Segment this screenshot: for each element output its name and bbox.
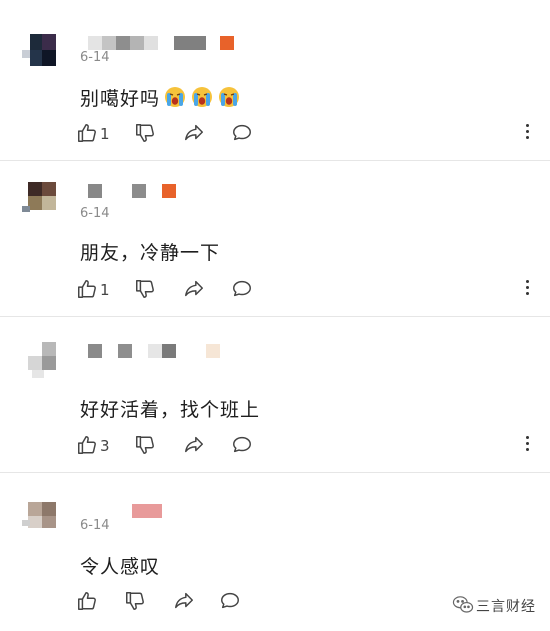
comment-actions: 1: [76, 122, 546, 148]
watermark-text: 三言财经: [476, 599, 536, 615]
thumbs-up-icon: [78, 436, 96, 454]
avatar[interactable]: [20, 496, 60, 536]
crying-face-icon: [219, 87, 240, 107]
crying-face-icon: [165, 87, 186, 107]
thumbs-down-icon: [126, 592, 144, 610]
share-icon: [175, 592, 193, 609]
avatar[interactable]: [20, 180, 60, 220]
share-icon: [185, 280, 203, 297]
more-options-button[interactable]: [524, 124, 530, 144]
like-button[interactable]: 1: [76, 278, 116, 304]
like-button[interactable]: 1: [76, 122, 116, 148]
share-button[interactable]: [172, 590, 198, 616]
more-options-button[interactable]: [524, 280, 530, 300]
thumbs-down-icon: [136, 124, 154, 142]
comment-date: 6-14: [80, 518, 110, 533]
watermark: 三言财经: [452, 593, 548, 617]
share-icon: [185, 124, 203, 141]
wechat-icon: [452, 596, 474, 613]
like-button[interactable]: 3: [76, 434, 116, 460]
comment-text: 好好活着，找个班上: [80, 399, 261, 421]
comment-actions: 3: [76, 434, 546, 460]
more-options-button[interactable]: [524, 436, 530, 456]
share-button[interactable]: [182, 434, 208, 460]
share-icon: [185, 436, 203, 453]
crying-face-icon: [192, 87, 213, 107]
reply-button[interactable]: [218, 590, 244, 616]
dislike-button[interactable]: [134, 122, 160, 148]
thumbs-up-icon: [78, 592, 96, 610]
comment-date: 6-14: [80, 206, 110, 221]
reply-button[interactable]: [230, 122, 256, 148]
divider: [0, 472, 550, 473]
thumbs-down-icon: [136, 436, 154, 454]
comment-text: 别噶好吗: [80, 84, 241, 111]
thumbs-down-icon: [136, 280, 154, 298]
thumbs-up-icon: [78, 280, 96, 298]
dislike-button[interactable]: [134, 434, 160, 460]
dislike-button[interactable]: [124, 590, 150, 616]
comment-bubble-icon: [233, 124, 251, 141]
like-count: 1: [100, 125, 110, 143]
comment-bubble-icon: [221, 592, 239, 609]
reply-button[interactable]: [230, 278, 256, 304]
comment-bubble-icon: [233, 436, 251, 453]
divider: [0, 316, 550, 317]
dislike-button[interactable]: [134, 278, 160, 304]
divider: [0, 160, 550, 161]
like-button[interactable]: [76, 590, 102, 616]
share-button[interactable]: [182, 122, 208, 148]
comment-date: 6-14: [80, 50, 110, 65]
comment-actions: 1: [76, 278, 546, 304]
comment-text-content: 别噶好吗: [80, 88, 161, 110]
avatar[interactable]: [20, 340, 60, 380]
comment-text: 令人感叹: [80, 556, 161, 578]
comment-bubble-icon: [233, 280, 251, 297]
share-button[interactable]: [182, 278, 208, 304]
avatar[interactable]: [20, 32, 60, 72]
reply-button[interactable]: [230, 434, 256, 460]
like-count: 1: [100, 281, 110, 299]
comment-text: 朋友，冷静一下: [80, 242, 221, 264]
like-count: 3: [100, 437, 110, 455]
thumbs-up-icon: [78, 124, 96, 142]
